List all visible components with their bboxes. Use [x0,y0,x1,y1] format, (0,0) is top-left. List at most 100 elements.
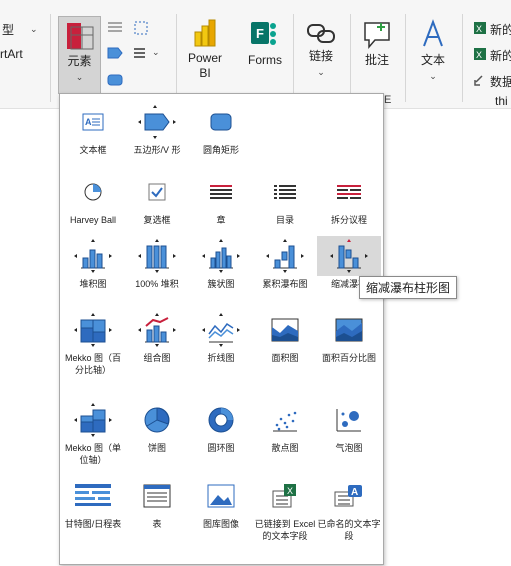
gallery-item-harvey-ball[interactable]: Harvey Ball [61,172,125,226]
gallery-item-named-text-field[interactable]: A 已命名的文本字段 [317,476,381,542]
excel-linked-text-icon: X [272,484,296,508]
item-label: 饼图 [147,443,166,453]
divider [405,14,406,102]
item-label: 圆角矩形 [202,145,239,155]
item-label: 圆环图 [207,443,235,453]
gallery-item-agenda[interactable]: 目录 [253,172,317,226]
gallery-item-line[interactable]: 折线图 [189,310,253,364]
chevron-down-icon[interactable]: ⌄ [152,47,160,58]
gallery-item-combo[interactable]: 组合图 [125,310,189,364]
gallery-item-area[interactable]: 面积图 [253,310,317,364]
reducing-waterfall-icon [330,239,368,273]
gallery-item-split-agenda[interactable]: 拆分议程 [317,172,381,226]
svg-text:X: X [476,50,482,60]
item-label: 面积图 [271,353,299,363]
divider [50,14,51,102]
gallery-item-checkbox[interactable]: 复选框 [125,172,189,226]
divider [462,14,463,102]
tooltip: 缩减瀑布柱形图 [359,276,458,299]
combo-chart-icon [138,313,176,347]
gallery-item-gantt[interactable]: 甘特图/日程表 [61,476,125,530]
item-label: Mekko 图（百分比轴） [64,353,121,375]
excel-icon[interactable]: X [474,22,486,34]
chevron-down-icon[interactable]: ⌄ [30,24,38,35]
excel-icon[interactable]: X [474,48,486,60]
gallery-item-pie[interactable]: 饼图 [125,400,189,454]
gallery-item-clustered[interactable]: 簇状图 [189,236,253,290]
item-label: 五边形/V 形 [133,145,181,155]
textbox-icon: A [82,113,104,131]
forms-label: Forms [248,53,282,67]
item-label: 折线图 [207,353,235,363]
text-button[interactable]: 文本 ⌄ [412,18,454,82]
list-shape-icon[interactable] [107,21,123,35]
item-label: 气泡图 [335,443,363,453]
item-label: 累积瀑布图 [262,279,308,289]
gallery-item-mekko-percent[interactable]: Mekko 图（百分比轴） [61,310,125,376]
harvey-ball-icon [84,183,102,201]
powerbi-button[interactable]: Power BI [183,18,227,81]
svg-text:A: A [351,487,358,498]
type-label[interactable]: 型 [2,21,14,38]
stacked-chart-icon [74,239,112,273]
gallery-item-scatter[interactable]: 散点图 [253,400,317,454]
item-label: 甘特图/日程表 [64,519,122,529]
clustered-chart-icon [202,239,240,273]
area-percent-chart-icon [335,318,363,342]
line-chart-icon [202,313,240,347]
gallery-item-rounded-rect[interactable]: 圆角矩形 [189,102,253,156]
new-sheet-label[interactable]: 新的 [490,21,511,38]
forms-button[interactable]: F Forms [244,18,286,68]
item-label: 已链接到 Excel 的文本字段 [254,519,316,541]
gallery-item-stacked-100[interactable]: 100% 堆积 [125,236,189,290]
item-label: 组合图 [143,353,171,363]
list-icon[interactable] [133,47,149,59]
item-label: 堆积图 [79,279,107,289]
text-a-icon [423,19,443,47]
chevron-down-icon: ⌄ [429,71,437,81]
pentagon-small-icon[interactable] [107,47,123,59]
gallery-item-image-library[interactable]: 图库图像 [189,476,253,530]
gallery-item-area-percent[interactable]: 面积百分比图 [317,310,381,364]
area-chart-icon [271,318,299,342]
gallery-item-stacked[interactable]: 堆积图 [61,236,125,290]
gallery-item-table[interactable]: 表 [125,476,189,530]
data-label[interactable]: 数据 [490,73,511,90]
smartart-label[interactable]: rtArt [0,47,23,61]
new-sheet-label-2[interactable]: 新的 [490,47,511,64]
doughnut-chart-icon [208,407,234,433]
elements-gallery: A 文本框 五边形/V 形 圆角矩形 Harvey Ball 复选框 章 目录 … [59,93,384,565]
bubble-chart-icon [336,409,361,432]
named-text-field-icon: A [334,485,362,507]
elements-icon [66,23,93,50]
agenda-icon [274,185,296,199]
svg-text:X: X [287,486,293,496]
gallery-item-bubble[interactable]: 气泡图 [317,400,381,454]
elements-button[interactable]: 元素 ⌄ [58,16,101,94]
rounded-rectangle-icon [210,113,232,131]
link-small-icon[interactable] [474,74,486,86]
group-label-e: E [384,94,392,106]
comment-button[interactable]: 批注 [356,20,398,68]
table-icon [143,484,171,508]
item-label: 图库图像 [202,519,239,529]
mekko-percent-icon [74,313,112,347]
item-label: 表 [152,519,162,529]
gallery-item-mekko-unit[interactable]: Mekko 图（单位轴） [61,400,125,466]
comment-label: 批注 [364,53,389,67]
cumulative-waterfall-icon [266,239,304,273]
link-button[interactable]: 链接 ⌄ [300,20,342,78]
svg-text:A: A [85,117,92,127]
chapter-icon [210,185,232,199]
rounded-rect-small-icon[interactable] [107,74,123,86]
gallery-item-cumulative-waterfall[interactable]: 累积瀑布图 [253,236,317,290]
gallery-item-doughnut[interactable]: 圆环图 [189,400,253,454]
powerbi-label: Power BI [187,51,222,80]
gallery-item-textbox[interactable]: A 文本框 [61,102,125,156]
svg-text:X: X [476,24,482,34]
gallery-item-chapter[interactable]: 章 [189,172,253,226]
dashed-select-icon[interactable] [133,20,149,36]
text-label: 文本 [420,53,445,67]
gallery-item-pentagon[interactable]: 五边形/V 形 [125,102,189,156]
gallery-item-excel-linked-text[interactable]: X 已链接到 Excel 的文本字段 [253,476,317,542]
